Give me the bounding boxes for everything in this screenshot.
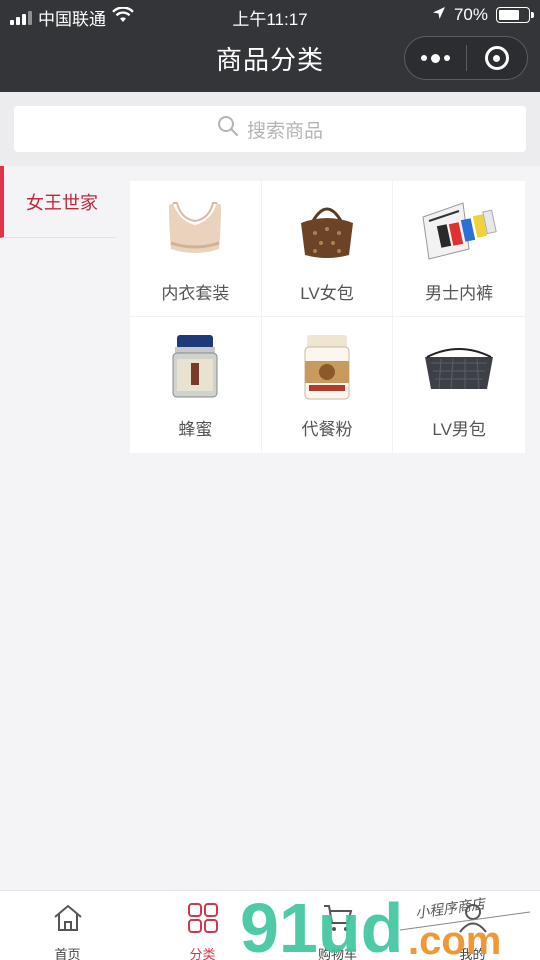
miniprogram-capsule xyxy=(404,36,528,80)
tab-label: 购物车 xyxy=(317,947,357,960)
lv-handbag-image xyxy=(287,195,367,267)
search-input[interactable]: 搜索商品 xyxy=(14,106,526,152)
category-item[interactable]: LV男包 xyxy=(393,317,525,453)
mens-underwear-image xyxy=(419,195,499,267)
category-label: 蜂蜜 xyxy=(178,420,213,439)
search-placeholder: 搜索商品 xyxy=(246,120,323,142)
tab-label: 分类 xyxy=(189,947,216,960)
category-sidebar: 女王世家 xyxy=(0,166,116,238)
category-label: LV女包 xyxy=(300,284,354,303)
honey-jar-image xyxy=(155,331,235,403)
cart-icon xyxy=(322,903,354,938)
meal-powder-image xyxy=(287,331,367,403)
user-icon xyxy=(457,903,489,938)
tab-profile[interactable]: 我的 xyxy=(405,891,540,960)
category-item[interactable]: 代餐粉 xyxy=(262,317,394,453)
category-grid: 内衣套装 LV女包 男士内裤 蜂蜜 代餐粉 LV男包 xyxy=(130,181,525,453)
category-label: 内衣套装 xyxy=(161,284,230,303)
category-item[interactable]: 蜂蜜 xyxy=(130,317,262,453)
top-bar: 中国联通 上午11:17 70% 商品分类 xyxy=(0,0,540,92)
search-icon xyxy=(217,115,239,143)
sidebar-item-label: 女王世家 xyxy=(26,192,98,213)
tab-cart[interactable]: 购物车 xyxy=(270,891,405,960)
status-right: 70% xyxy=(432,5,534,25)
category-icon xyxy=(187,903,219,938)
category-label: 男士内裤 xyxy=(425,284,494,303)
tab-home[interactable]: 首页 xyxy=(0,891,135,960)
category-label: LV男包 xyxy=(432,420,486,439)
sidebar-item-nwsj[interactable]: 女王世家 xyxy=(0,166,116,238)
tab-category[interactable]: 分类 xyxy=(135,891,270,960)
bottom-tab-bar: 首页 分类 购物车 我的 xyxy=(0,890,540,960)
tab-label: 首页 xyxy=(54,947,81,960)
more-button[interactable] xyxy=(405,37,466,79)
category-item[interactable]: 内衣套装 xyxy=(130,181,262,317)
lv-mens-bag-image xyxy=(419,331,499,403)
battery-icon xyxy=(496,7,534,23)
underwear-set-image xyxy=(155,195,235,267)
target-icon xyxy=(484,46,509,70)
tab-label: 我的 xyxy=(459,947,486,960)
search-area: 搜索商品 xyxy=(0,92,540,166)
category-label: 代餐粉 xyxy=(301,420,353,439)
home-icon xyxy=(52,903,84,938)
category-item[interactable]: 男士内裤 xyxy=(393,181,525,317)
location-arrow-icon xyxy=(432,5,446,25)
close-miniprogram-button[interactable] xyxy=(467,37,528,79)
status-bar: 中国联通 上午11:17 70% xyxy=(0,0,540,30)
category-item[interactable]: LV女包 xyxy=(261,181,394,317)
battery-percent: 70% xyxy=(453,5,488,24)
